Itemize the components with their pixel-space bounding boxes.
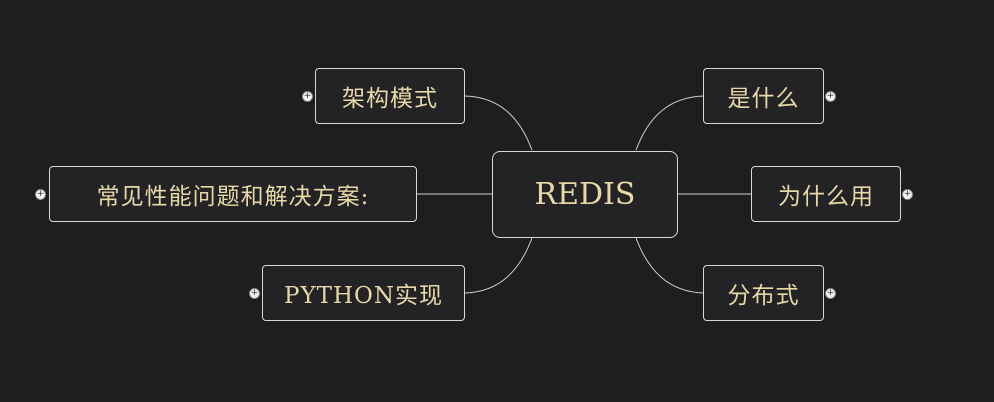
topic-what[interactable]: 是什么 bbox=[703, 68, 824, 124]
expand-topic-distributed-icon[interactable]: + bbox=[825, 288, 836, 299]
expand-topic-architecture-icon[interactable]: + bbox=[302, 91, 313, 102]
central-topic-label: REDIS bbox=[534, 177, 636, 212]
connector-root-python bbox=[464, 237, 533, 294]
topic-why-label: 为什么用 bbox=[778, 184, 874, 210]
topic-python-label: PYTHON实现 bbox=[283, 283, 444, 309]
expand-topic-why-icon[interactable]: + bbox=[902, 189, 913, 200]
topic-why[interactable]: 为什么用 bbox=[751, 166, 901, 222]
connector-root-architecture bbox=[464, 95, 533, 151]
topic-architecture[interactable]: 架构模式 bbox=[315, 68, 465, 124]
topic-distributed[interactable]: 分布式 bbox=[703, 265, 824, 321]
topic-what-label: 是什么 bbox=[727, 86, 800, 112]
central-topic-redis[interactable]: REDIS bbox=[492, 151, 678, 238]
connector-root-distributed bbox=[635, 237, 705, 294]
expand-topic-python-icon[interactable]: + bbox=[249, 288, 260, 299]
topic-architecture-label: 架构模式 bbox=[342, 86, 438, 112]
topic-problems-label: 常见性能问题和解决方案: bbox=[96, 184, 370, 210]
topic-problems[interactable]: 常见性能问题和解决方案: bbox=[49, 166, 417, 222]
expand-topic-what-icon[interactable]: + bbox=[825, 91, 836, 102]
connector-root-what bbox=[635, 95, 705, 151]
mindmap-canvas: REDIS 架构模式 + 常见性能问题和解决方案: + PYTHON实现 + 是… bbox=[0, 0, 994, 402]
topic-python[interactable]: PYTHON实现 bbox=[262, 265, 465, 321]
topic-distributed-label: 分布式 bbox=[727, 283, 800, 309]
expand-topic-problems-icon[interactable]: + bbox=[35, 189, 46, 200]
